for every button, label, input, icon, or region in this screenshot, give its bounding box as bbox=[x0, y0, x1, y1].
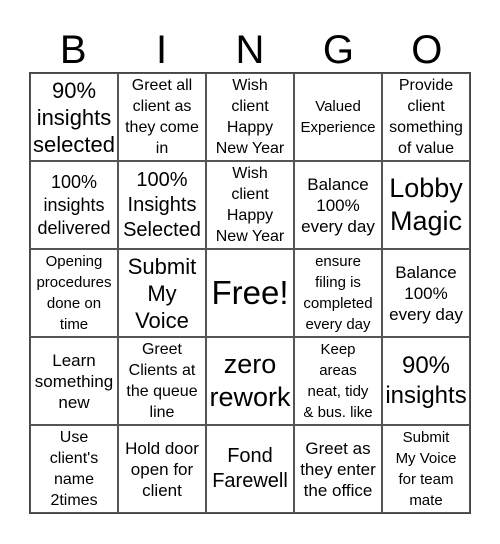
cell-text: Hold door open for client bbox=[125, 438, 199, 500]
bingo-cell[interactable]: 100% insights delivered bbox=[30, 161, 118, 249]
bingo-cell[interactable]: Learn something new bbox=[30, 337, 118, 425]
bingo-cell[interactable]: Greet all client as they come in bbox=[118, 73, 206, 161]
cell-text: Use client's name 2times bbox=[49, 429, 99, 509]
cell-text: Balance 100% every day bbox=[301, 174, 375, 236]
bingo-cell[interactable]: Valued Experience bbox=[294, 73, 382, 161]
bingo-cell[interactable]: 90% insights bbox=[382, 337, 470, 425]
header-letter-o: O bbox=[411, 28, 443, 72]
bingo-cell[interactable]: 90% insights selected bbox=[30, 73, 118, 161]
bingo-cell[interactable]: Opening procedures done on time bbox=[30, 249, 118, 337]
bingo-cell[interactable]: ensure filing is completed every day bbox=[294, 249, 382, 337]
bingo-cell[interactable]: Hold door open for client bbox=[118, 425, 206, 513]
cell-text: zero rework bbox=[209, 349, 291, 412]
cell-text: Greet as they enter the office bbox=[300, 438, 376, 500]
cell-text: Greet Clients at the queue line bbox=[126, 341, 198, 421]
cell-text: ensure filing is completed every day bbox=[303, 253, 373, 333]
cell-text: Submit My Voice bbox=[127, 253, 197, 333]
cell-text: 90% insights selected bbox=[33, 77, 115, 157]
header-letter-b: B bbox=[59, 28, 87, 72]
cell-text: Provide client something of value bbox=[389, 77, 463, 157]
cell-text: Opening procedures done on time bbox=[36, 253, 112, 333]
cell-text: Lobby Magic bbox=[389, 173, 463, 236]
cell-text: Wish client Happy New Year bbox=[215, 165, 285, 245]
bingo-cell[interactable]: Wish client Happy New Year bbox=[206, 73, 294, 161]
bingo-cell[interactable]: Provide client something of value bbox=[382, 73, 470, 161]
bingo-cell[interactable]: Use client's name 2times bbox=[30, 425, 118, 513]
header-letter-n: N bbox=[235, 28, 265, 72]
free-space: Free! bbox=[211, 274, 289, 311]
bingo-cell[interactable]: Keep areas neat, tidy & bus. like bbox=[294, 337, 382, 425]
cell-text: Greet all client as they come in bbox=[125, 77, 199, 157]
bingo-cell[interactable]: Submit My Voice for team mate bbox=[382, 425, 470, 513]
cell-text: Wish client Happy New Year bbox=[215, 77, 285, 157]
cell-text: Valued Experience bbox=[300, 98, 376, 136]
bingo-cell[interactable]: zero rework bbox=[206, 337, 294, 425]
bingo-cell[interactable]: Lobby Magic bbox=[382, 161, 470, 249]
bingo-card: 90% insights selected Greet all client a… bbox=[29, 72, 471, 514]
bingo-cell[interactable]: Greet Clients at the queue line bbox=[118, 337, 206, 425]
cell-text: 100% Insights Selected bbox=[123, 168, 201, 241]
bingo-cell[interactable]: Submit My Voice bbox=[118, 249, 206, 337]
header-letter-g: G bbox=[322, 28, 354, 72]
bingo-cell[interactable]: Greet as they enter the office bbox=[294, 425, 382, 513]
bingo-header: B I N G O bbox=[29, 28, 471, 72]
bingo-cell[interactable]: Balance 100% every day bbox=[382, 249, 470, 337]
bingo-cell[interactable]: 100% Insights Selected bbox=[118, 161, 206, 249]
cell-text: Fond Farewell bbox=[212, 445, 288, 492]
cell-text: Learn something new bbox=[34, 350, 114, 412]
bingo-cell[interactable]: Free! bbox=[206, 249, 294, 337]
bingo-cell[interactable]: Balance 100% every day bbox=[294, 161, 382, 249]
cell-text: 90% insights bbox=[385, 352, 467, 409]
header-letter-i: I bbox=[156, 28, 168, 72]
cell-text: Submit My Voice for team mate bbox=[395, 429, 457, 509]
cell-text: 100% insights delivered bbox=[37, 171, 111, 238]
cell-text: Keep areas neat, tidy & bus. like bbox=[303, 341, 373, 421]
cell-text: Balance 100% every day bbox=[389, 262, 463, 324]
bingo-cell[interactable]: Fond Farewell bbox=[206, 425, 294, 513]
bingo-cell[interactable]: Wish client Happy New Year bbox=[206, 161, 294, 249]
